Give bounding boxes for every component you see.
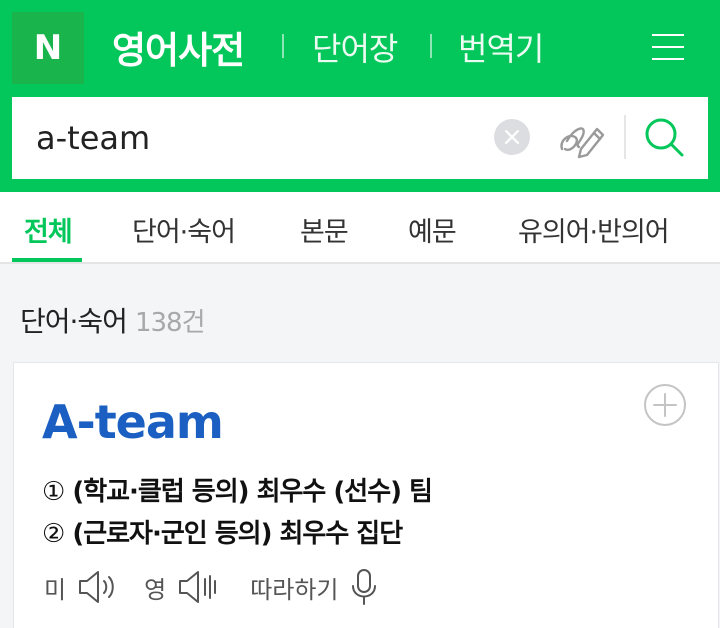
microphone-icon[interactable] [349,567,379,607]
meaning-number: ② [42,519,65,549]
tab-synonyms-antonyms[interactable]: 유의어·반의어 [518,210,670,249]
logo-letter: N [33,28,63,68]
tab-examples[interactable]: 예문 [408,210,457,249]
add-circle-icon[interactable] [643,383,687,427]
nav-link-translator[interactable]: 번역기 [458,24,544,70]
menu-icon[interactable] [652,34,684,62]
section-title: 단어·숙어 [20,305,128,338]
meaning-text: (학교·클럽 등의) 최우수 (선수) 팀 [72,477,433,507]
section-heading: 단어·숙어 138건 [20,300,205,340]
meaning-item: ① (학교·클럽 등의) 최우수 (선수) 팀 [42,471,433,508]
nav-link-wordbook[interactable]: 단어장 [312,24,398,70]
handwriting-pen-icon[interactable] [557,115,607,161]
pron-uk-label: 영 [144,575,167,604]
meaning-item: ② (근로자·군인 등의) 최우수 집단 [42,513,403,550]
dictionary-entry-card: A-team ① (학교·클럽 등의) 최우수 (선수) 팀 ② (근로자·군인 등… [13,362,719,628]
pron-us-label: 미 [44,575,67,604]
tab-words-idioms[interactable]: 단어·숙어 [132,210,236,249]
page-title[interactable]: 영어사전 [112,20,245,74]
clear-icon[interactable] [494,119,530,155]
meaning-number: ① [42,477,65,507]
follow-along-label[interactable]: 따라하기 [250,570,338,605]
nav-separator [430,34,432,58]
speaker-icon[interactable] [76,567,118,607]
result-count: 138건 [134,308,206,338]
naver-logo[interactable]: N [12,12,84,84]
category-tabs: 전체 단어·숙어 본문 예문 유의어·반의어 [0,192,720,264]
search-box [12,97,708,179]
meaning-text: (근로자·군인 등의) 최우수 집단 [72,519,403,549]
nav-separator [282,34,284,58]
tab-all[interactable]: 전체 [24,210,73,249]
search-input[interactable] [36,113,476,163]
active-tab-indicator [12,258,82,262]
entry-word[interactable]: A-team [42,395,224,449]
speaker-slow-icon[interactable] [176,567,224,607]
search-icon[interactable] [642,115,688,161]
search-divider [624,115,626,159]
pronunciation-row: 미 영 따라하기 [44,567,379,607]
tab-body[interactable]: 본문 [300,210,349,249]
